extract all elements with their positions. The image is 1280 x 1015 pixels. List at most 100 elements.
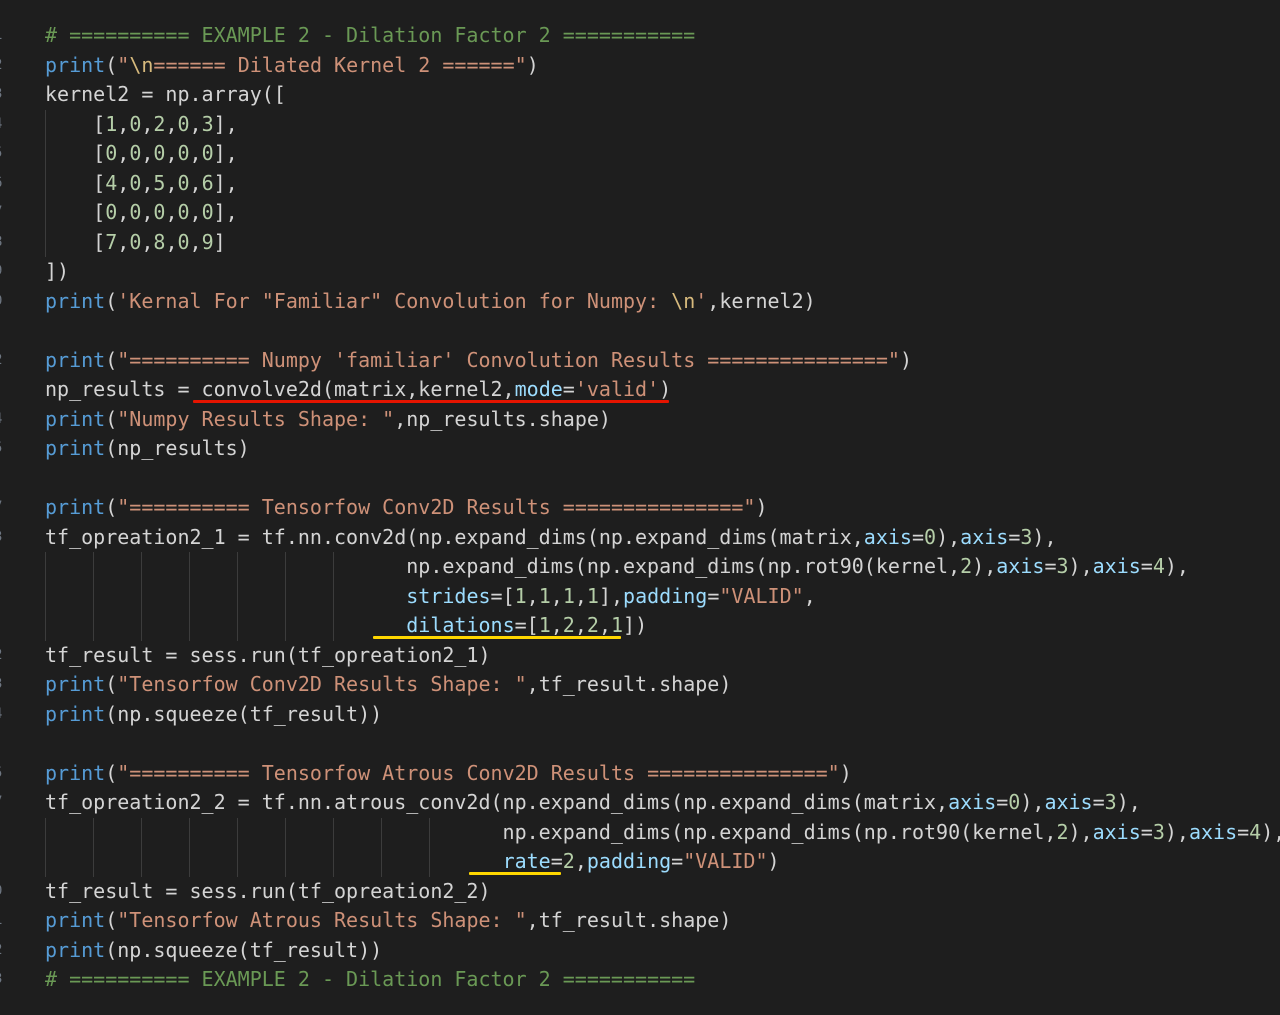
code-token: padding <box>586 849 672 873</box>
line-number: 5 <box>0 434 6 463</box>
code-line[interactable]: 1 print("Tensorfow Atrous Results Shape: … <box>0 906 1280 935</box>
indent-guide <box>237 817 238 877</box>
code-line[interactable]: 3 print("Tensorfow Conv2D Results Shape: … <box>0 670 1280 699</box>
code-token: , <box>189 229 202 254</box>
code-line[interactable]: 2 print("\n====== Dilated Kernel 2 ======… <box>0 51 1280 80</box>
code-token: , <box>189 200 202 224</box>
indent-guide <box>45 552 46 641</box>
code-token: np.expand_dims(np.expand_dims(np.rot90(k… <box>45 554 961 578</box>
code-token: 1 <box>562 583 575 608</box>
code-line[interactable]: 6 [4,0,5,0,6], <box>0 169 1280 198</box>
code-line[interactable]: 2 print("========== Numpy 'familiar' Conv… <box>0 346 1280 375</box>
code-line[interactable]: 5 print(np_results) <box>0 434 1280 463</box>
code-line[interactable]: rate=2,padding="VALID") <box>0 847 1280 876</box>
code-line[interactable]: 9]) <box>0 257 1280 286</box>
line-number: 5 <box>0 139 6 168</box>
code-token: 1 <box>538 613 551 637</box>
code-token: tf_opreation2_1 = tf.nn.conv2d(np.expand… <box>45 524 864 549</box>
line-number: 6 <box>0 169 6 198</box>
code-line[interactable]: 2 print(np.squeeze(tf_result)) <box>0 936 1280 965</box>
code-line[interactable]: 7 [0,0,0,0,0], <box>0 198 1280 227</box>
code-line[interactable] <box>0 464 1280 493</box>
code-token: 3 <box>1104 790 1117 814</box>
code-text: np.expand_dims(np.expand_dims(np.rot90(k… <box>45 552 1189 581</box>
code-line[interactable]: 0 tf_result = sess.run(tf_opreation2_2) <box>0 877 1280 906</box>
code-text: kernel2 = np.array([ <box>45 80 286 109</box>
code-line[interactable]: 7 print("========== Tensorfow Conv2D Resu… <box>0 493 1280 522</box>
code-token: rate <box>502 849 551 873</box>
indent-guide <box>237 552 238 641</box>
code-token: 0 <box>129 229 142 254</box>
code-token: [ <box>45 229 106 254</box>
code-token: ( <box>105 908 118 932</box>
code-token: 0 <box>201 200 214 224</box>
code-token: , <box>117 200 130 224</box>
indent-guide <box>189 817 190 877</box>
code-line[interactable]: 0 print('Kernal For "Familiar" Convolutio… <box>0 287 1280 316</box>
code-token: , <box>598 613 611 637</box>
code-token: axis <box>948 790 997 814</box>
code-token: 0 <box>105 141 118 165</box>
code-line[interactable]: np.expand_dims(np.expand_dims(np.rot90(k… <box>0 552 1280 581</box>
code-token: , <box>141 170 154 195</box>
code-token: print <box>45 52 106 77</box>
code-line[interactable]: 5 [0,0,0,0,0], <box>0 139 1280 168</box>
code-token: = <box>911 524 925 549</box>
indent-guide <box>141 817 142 877</box>
code-line[interactable]: 3 tf_opreation2_1 = tf.nn.conv2d(np.expan… <box>0 523 1280 552</box>
indent-guide <box>189 552 190 641</box>
code-token: , <box>141 111 154 136</box>
code-line[interactable]: 4 print(np.squeeze(tf_result)) <box>0 700 1280 729</box>
code-token: ), <box>972 554 997 578</box>
code-token: ), <box>1020 790 1045 814</box>
line-number <box>0 464 6 493</box>
line-number: 1 <box>0 21 6 50</box>
code-token: , <box>165 229 178 254</box>
code-token: ,kernel2) <box>707 288 816 313</box>
code-text: strides=[1,1,1,1],padding="VALID", <box>45 582 816 611</box>
line-number <box>0 316 6 345</box>
code-line[interactable]: 8 [7,0,8,0,9] <box>0 228 1280 257</box>
code-line[interactable] <box>0 316 1280 345</box>
code-token: axis <box>960 524 1009 549</box>
code-token: strides <box>406 583 491 608</box>
code-line[interactable]: 3 kernel2 = np.array([ <box>0 80 1280 109</box>
code-line[interactable]: 4 print("Numpy Results Shape: ",np_result… <box>0 405 1280 434</box>
indent-guide <box>93 817 94 877</box>
code-text: print("Numpy Results Shape: ",np_results… <box>45 405 611 434</box>
line-number: 7 <box>0 198 6 227</box>
code-text: print("========== Tensorfow Conv2D Resul… <box>45 493 768 522</box>
code-line[interactable] <box>0 729 1280 758</box>
code-token: "========== Tensorfow Atrous Conv2D Resu… <box>117 760 840 785</box>
code-token: axis <box>1092 819 1141 844</box>
code-line[interactable]: dilations=[1,2,2,1]) <box>0 611 1280 640</box>
indent-guide <box>45 817 46 877</box>
code-line[interactable]: 7 tf_opreation2_2 = tf.nn.atrous_conv2d(n… <box>0 788 1280 817</box>
code-token: 1 <box>610 613 624 637</box>
code-token: # ========== EXAMPLE 2 - Dilation Factor… <box>45 23 696 47</box>
code-token: "Numpy Results Shape: " <box>117 406 395 431</box>
line-number: 2 <box>0 51 6 80</box>
code-line[interactable]: strides=[1,1,1,1],padding="VALID", <box>0 582 1280 611</box>
code-line[interactable]: 4 [1,0,2,0,3], <box>0 110 1280 139</box>
line-number: 4 <box>0 405 6 434</box>
line-number: 2 <box>0 346 6 375</box>
code-line[interactable]: np.expand_dims(np.expand_dims(np.rot90(k… <box>0 818 1280 847</box>
line-number: 3 <box>0 670 6 699</box>
line-number <box>0 818 6 847</box>
code-token: , <box>189 170 202 195</box>
code-editor[interactable]: 1 # ========== EXAMPLE 2 - Dilation Facto… <box>0 0 1280 1015</box>
code-token: 4 <box>105 170 118 195</box>
code-line[interactable]: 2 tf_result = sess.run(tf_opreation2_1) <box>0 641 1280 670</box>
code-token: , <box>574 613 587 637</box>
line-number: 3 <box>0 965 6 994</box>
code-text: tf_opreation2_2 = tf.nn.atrous_conv2d(np… <box>45 788 1141 817</box>
code-line[interactable]: 5 print("========== Tensorfow Atrous Conv… <box>0 759 1280 788</box>
code-line[interactable]: 3 # ========== EXAMPLE 2 - Dilation Facto… <box>0 965 1280 994</box>
code-line[interactable]: 1 # ========== EXAMPLE 2 - Dilation Facto… <box>0 21 1280 50</box>
code-text: tf_result = sess.run(tf_opreation2_1) <box>45 641 491 670</box>
line-number: 2 <box>0 641 6 670</box>
code-token: ) <box>899 347 912 372</box>
code-token: , <box>189 111 202 136</box>
code-token: ( <box>105 495 118 519</box>
